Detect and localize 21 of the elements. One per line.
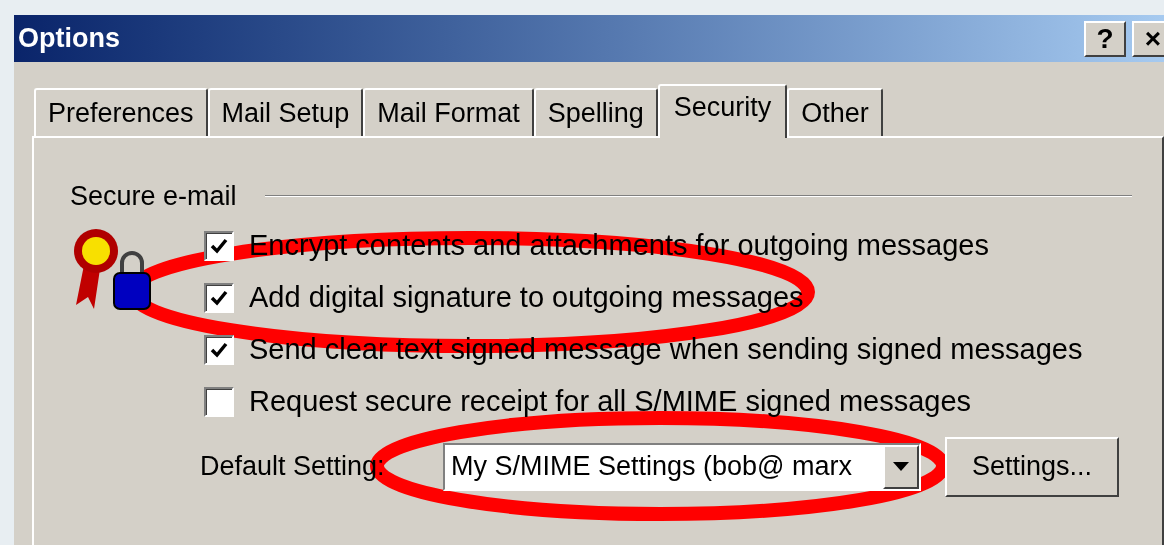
close-button[interactable]: × — [1132, 20, 1164, 57]
checkmark-icon — [210, 237, 228, 254]
dropdown-arrow-icon — [893, 462, 909, 471]
settings-button[interactable]: Settings... — [945, 436, 1119, 497]
tab[interactable]: Security — [657, 84, 788, 138]
checkmark-icon — [210, 289, 228, 306]
tab[interactable]: Other — [787, 88, 883, 136]
default-setting-dropdown[interactable]: My S/MIME Settings (bob@ marx — [443, 442, 921, 491]
checkbox[interactable] — [204, 282, 234, 313]
tab[interactable]: Mail Setup — [207, 88, 364, 136]
tab[interactable]: Mail Format — [363, 88, 534, 136]
tab[interactable]: Preferences — [34, 88, 208, 136]
help-button[interactable]: ? — [1084, 20, 1126, 57]
checkbox[interactable] — [204, 386, 234, 417]
section-heading: Secure e-mail — [70, 180, 237, 213]
checkbox-label: Request secure receipt for all S/MIME signed messages — [249, 383, 972, 419]
tab[interactable]: Spelling — [533, 88, 658, 136]
checkbox[interactable] — [204, 230, 234, 261]
window-title: Options — [18, 22, 120, 56]
checkbox[interactable] — [204, 334, 234, 365]
checkmark-icon — [210, 341, 228, 358]
